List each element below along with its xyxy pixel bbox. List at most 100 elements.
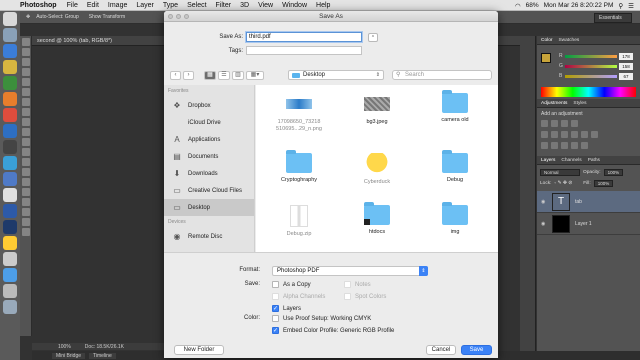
menu-layer[interactable]: Layer: [136, 2, 154, 9]
layer-name[interactable]: tab: [575, 199, 582, 205]
slider-blue[interactable]: B 67: [559, 71, 633, 81]
vscode-icon[interactable]: [3, 204, 17, 218]
blue-track[interactable]: [565, 74, 617, 78]
trash-icon[interactable]: [3, 300, 17, 314]
selective-color-icon[interactable]: [581, 142, 588, 149]
cancel-button[interactable]: Cancel: [426, 345, 456, 355]
chrome-icon[interactable]: [3, 108, 17, 122]
file-item[interactable]: 17098650_73218 510695...29_n.png: [264, 93, 334, 133]
shape-tool-icon[interactable]: [21, 208, 30, 216]
file-item[interactable]: bg3.jpeg: [342, 93, 412, 126]
blur-tool-icon[interactable]: [21, 158, 30, 166]
preview-icon[interactable]: [3, 252, 17, 266]
levels-icon[interactable]: [551, 120, 558, 127]
red-value[interactable]: 178: [619, 52, 633, 60]
save-option-as-a-copy[interactable]: As a Copy: [272, 281, 311, 288]
move-tool-icon[interactable]: [21, 38, 30, 46]
safari-icon[interactable]: [3, 44, 17, 58]
menu-filter[interactable]: Filter: [216, 2, 232, 9]
lock-icons[interactable]: ▫ ✎ ✥ ⊘: [554, 181, 572, 186]
marquee-tool-icon[interactable]: [21, 48, 30, 56]
format-select[interactable]: Photoshop PDF ⇕: [272, 266, 428, 276]
sidebar-item-documents[interactable]: ▤ Documents: [164, 148, 254, 165]
downloads-stack-icon[interactable]: [3, 268, 17, 282]
sidebar-item-downloads[interactable]: ⬇ Downloads: [164, 165, 254, 182]
menu-file[interactable]: File: [67, 2, 78, 9]
visibility-eye-icon[interactable]: ◉: [541, 199, 547, 205]
menu-app-name[interactable]: Photoshop: [20, 2, 57, 9]
minimize-icon[interactable]: [176, 14, 181, 19]
list-view-button[interactable]: ☰: [218, 70, 230, 80]
menu-view[interactable]: View: [258, 2, 273, 9]
type-tool-icon[interactable]: [21, 188, 30, 196]
checkbox[interactable]: [272, 281, 279, 288]
sidebar-item-applications[interactable]: A Applications: [164, 131, 254, 148]
blend-mode-select[interactable]: Normal: [540, 169, 580, 176]
workspace-select[interactable]: Essentials: [594, 13, 632, 23]
blue-value[interactable]: 67: [619, 72, 633, 80]
layer-name[interactable]: Layer 1: [575, 221, 592, 227]
menu-list-icon[interactable]: ☰: [628, 2, 634, 10]
menu-help[interactable]: Help: [316, 2, 330, 9]
photo-filter-icon[interactable]: [581, 131, 588, 138]
tab-mini-bridge[interactable]: Mini Bridge: [52, 352, 86, 359]
bw-icon[interactable]: [571, 131, 578, 138]
menu-window[interactable]: Window: [282, 2, 307, 9]
filename-input[interactable]: third.pdf: [246, 32, 362, 42]
brightness-icon[interactable]: [541, 120, 548, 127]
tab-color[interactable]: Color: [541, 38, 552, 43]
photoshop-dock-icon[interactable]: [3, 220, 17, 234]
xcode-icon[interactable]: [3, 172, 17, 186]
vibrance-icon[interactable]: [541, 131, 548, 138]
lasso-tool-icon[interactable]: [21, 58, 30, 66]
color-spectrum[interactable]: [541, 87, 636, 97]
tab-adjustments[interactable]: Adjustments: [541, 101, 567, 106]
file-item[interactable]: Cryptoghraphy: [264, 150, 334, 184]
invert-icon[interactable]: [541, 142, 548, 149]
sidebar-item-icloud-drive[interactable]: iCloud Drive: [164, 114, 254, 131]
tab-swatches[interactable]: Swatches: [558, 38, 579, 43]
column-view-button[interactable]: ▥: [232, 70, 244, 80]
sidebar-item-dropbox[interactable]: ❖ Dropbox: [164, 97, 254, 114]
auto-select-option[interactable]: Auto-Select: Group: [36, 14, 79, 20]
zoom-tool-icon[interactable]: [21, 228, 30, 236]
file-item[interactable]: Cyberduck: [342, 153, 412, 186]
show-transform-option[interactable]: Show Transform: [89, 14, 125, 20]
search-input[interactable]: ⚲ Search: [392, 70, 492, 80]
curves-icon[interactable]: [561, 120, 568, 127]
brush-tool-icon[interactable]: [21, 108, 30, 116]
zoom-level[interactable]: 100%: [58, 344, 71, 350]
firefox-icon[interactable]: [3, 92, 17, 106]
menu-type[interactable]: Type: [163, 2, 178, 9]
doc-size[interactable]: Doc: 18.5K/26.1K: [85, 344, 124, 350]
threshold-icon[interactable]: [561, 142, 568, 149]
tags-input[interactable]: [246, 46, 362, 55]
channel-mixer-icon[interactable]: [591, 131, 598, 138]
new-folder-button[interactable]: New Folder: [174, 345, 224, 355]
close-icon[interactable]: [168, 14, 173, 19]
battery-level[interactable]: 68%: [526, 2, 539, 9]
terminal-icon[interactable]: [3, 140, 17, 154]
zoom-icon[interactable]: [184, 14, 189, 19]
app-store-icon[interactable]: [3, 124, 17, 138]
eraser-tool-icon[interactable]: [21, 138, 30, 146]
green-track[interactable]: [565, 64, 617, 68]
dodge-tool-icon[interactable]: [21, 168, 30, 176]
visibility-eye-icon[interactable]: ◉: [541, 221, 547, 227]
group-view-button[interactable]: ▦▾: [246, 70, 264, 80]
search-icon[interactable]: ⚲: [618, 2, 623, 10]
back-button[interactable]: ‹: [170, 70, 181, 80]
exposure-icon[interactable]: [571, 120, 578, 127]
checkbox[interactable]: [272, 315, 279, 322]
green-value[interactable]: 158: [619, 62, 633, 70]
checkbox[interactable]: ✓: [272, 305, 279, 312]
sidebar-item-remote-disc[interactable]: ◉ Remote Disc: [164, 228, 254, 245]
history-brush-tool-icon[interactable]: [21, 128, 30, 136]
crop-tool-icon[interactable]: [21, 78, 30, 86]
path-select-tool-icon[interactable]: [21, 198, 30, 206]
red-track[interactable]: [565, 54, 617, 58]
tab-paths[interactable]: Paths: [588, 158, 600, 163]
layer-row[interactable]: ◉ Layer 1: [537, 213, 640, 235]
move-tool-icon[interactable]: ✥: [26, 14, 30, 20]
save-option-layers[interactable]: ✓ Layers: [272, 305, 301, 312]
